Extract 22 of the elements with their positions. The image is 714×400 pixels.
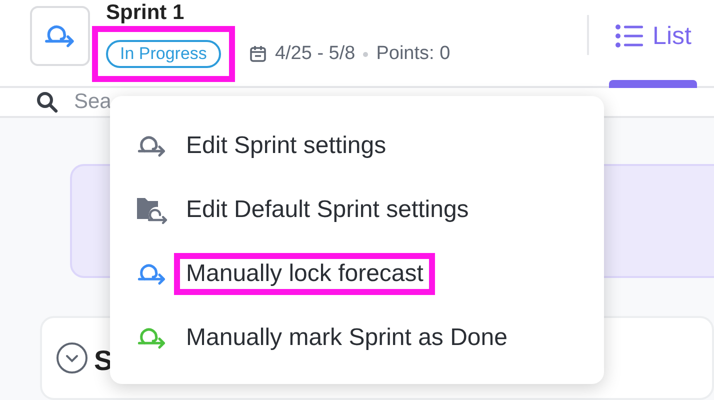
chevron-circle-icon[interactable] <box>56 342 88 374</box>
separator-dot <box>363 52 368 56</box>
calendar-icon <box>248 45 267 63</box>
sprint-points: Points: 0 <box>376 43 450 65</box>
list-icon <box>614 24 643 48</box>
menu-item[interactable]: Edit Default Sprint settings <box>136 178 604 242</box>
sprint-title: Sprint 1 <box>106 1 186 25</box>
menu-item-label: Edit Sprint settings <box>186 131 386 161</box>
search-icon <box>36 91 58 113</box>
sprint-icon <box>136 325 168 351</box>
menu-item[interactable]: Manually lock forecast <box>136 242 604 306</box>
sprint-icon <box>136 133 168 159</box>
sprint-icon <box>136 261 168 287</box>
menu-item[interactable]: Manually mark Sprint as Done <box>136 306 604 370</box>
menu-item-label: Manually lock forecast <box>186 259 424 289</box>
search-field[interactable]: Sea <box>72 89 156 115</box>
folder-sprint-icon <box>136 195 168 225</box>
menu-item-label: Manually mark Sprint as Done <box>186 323 508 353</box>
list-tab[interactable]: List <box>609 12 697 88</box>
sprint-dates: 4/25 - 5/8 <box>274 43 356 65</box>
menu-item[interactable]: Edit Sprint settings <box>136 114 604 178</box>
menu-item-label: Edit Default Sprint settings <box>186 195 469 225</box>
